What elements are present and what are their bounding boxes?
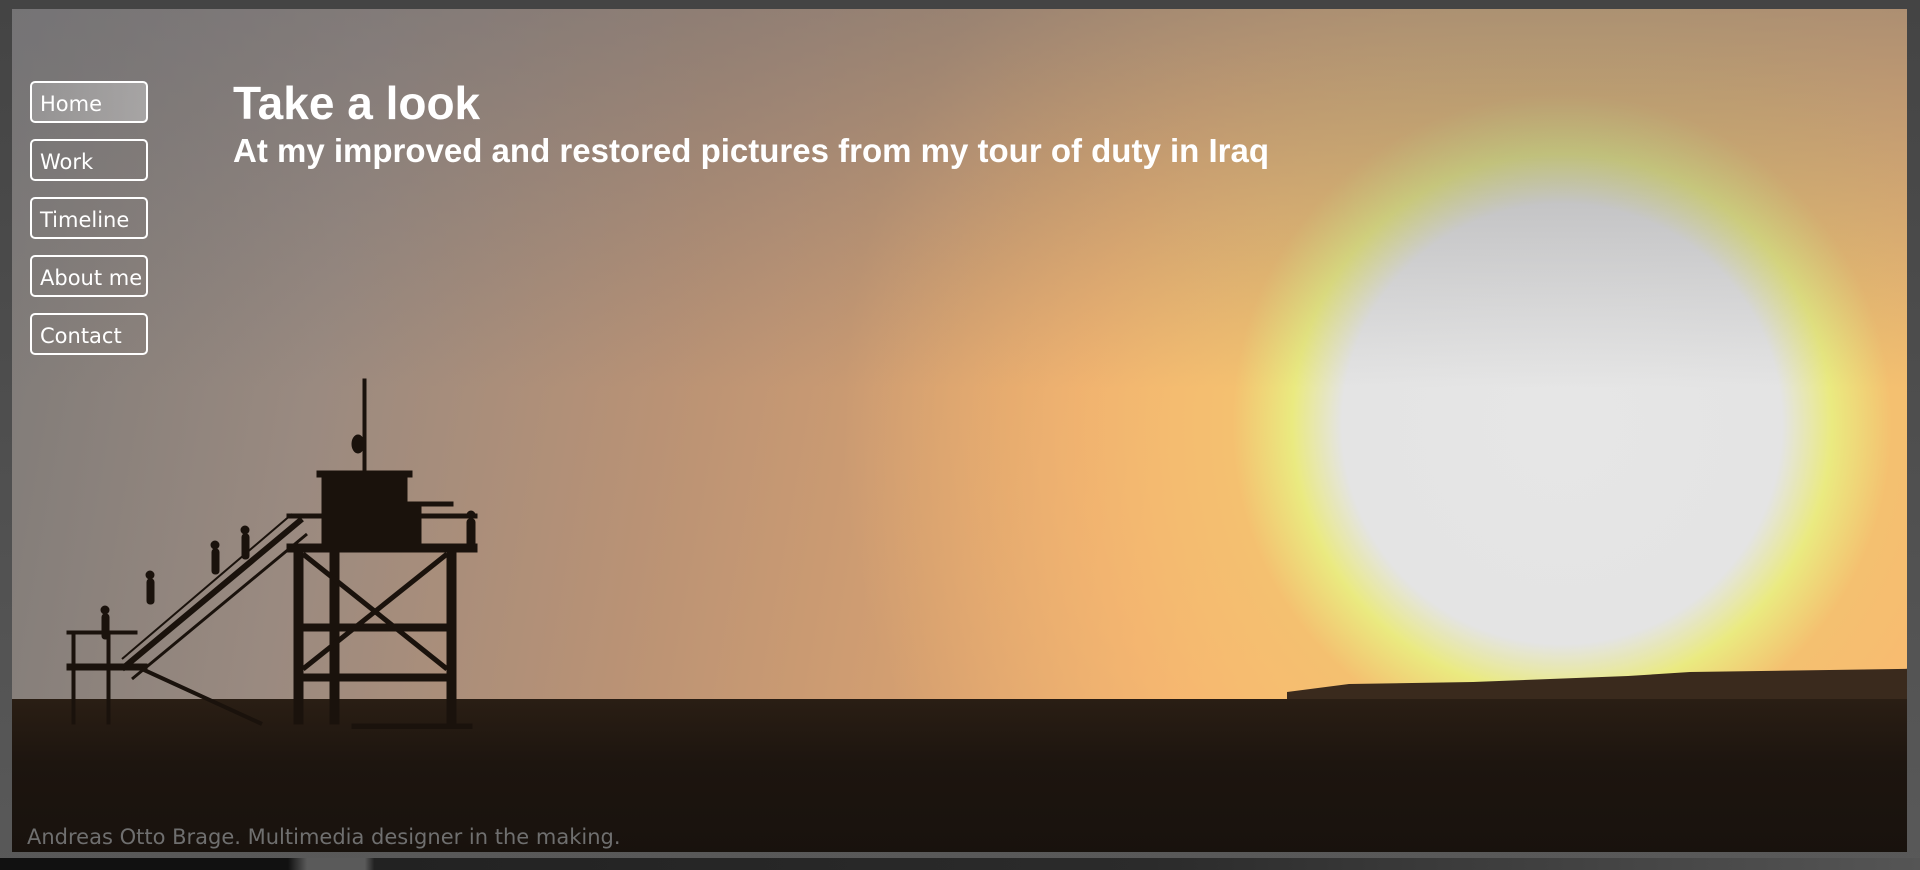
footer-credit: Andreas Otto Brage. Multimedia designer … — [27, 825, 621, 849]
main-nav: Home Work Timeline About me Contact — [30, 81, 148, 355]
nav-home-button[interactable]: Home — [30, 81, 148, 123]
bottom-strip — [0, 858, 1920, 870]
nav-about-button[interactable]: About me — [30, 255, 148, 297]
page-subtitle: At my improved and restored pictures fro… — [233, 132, 1269, 169]
nav-timeline-button[interactable]: Timeline — [30, 197, 148, 239]
page-title: Take a look — [233, 77, 481, 129]
nav-work-button[interactable]: Work — [30, 139, 148, 181]
guard-tower-silhouette — [66, 378, 478, 729]
nav-contact-button[interactable]: Contact — [30, 313, 148, 355]
